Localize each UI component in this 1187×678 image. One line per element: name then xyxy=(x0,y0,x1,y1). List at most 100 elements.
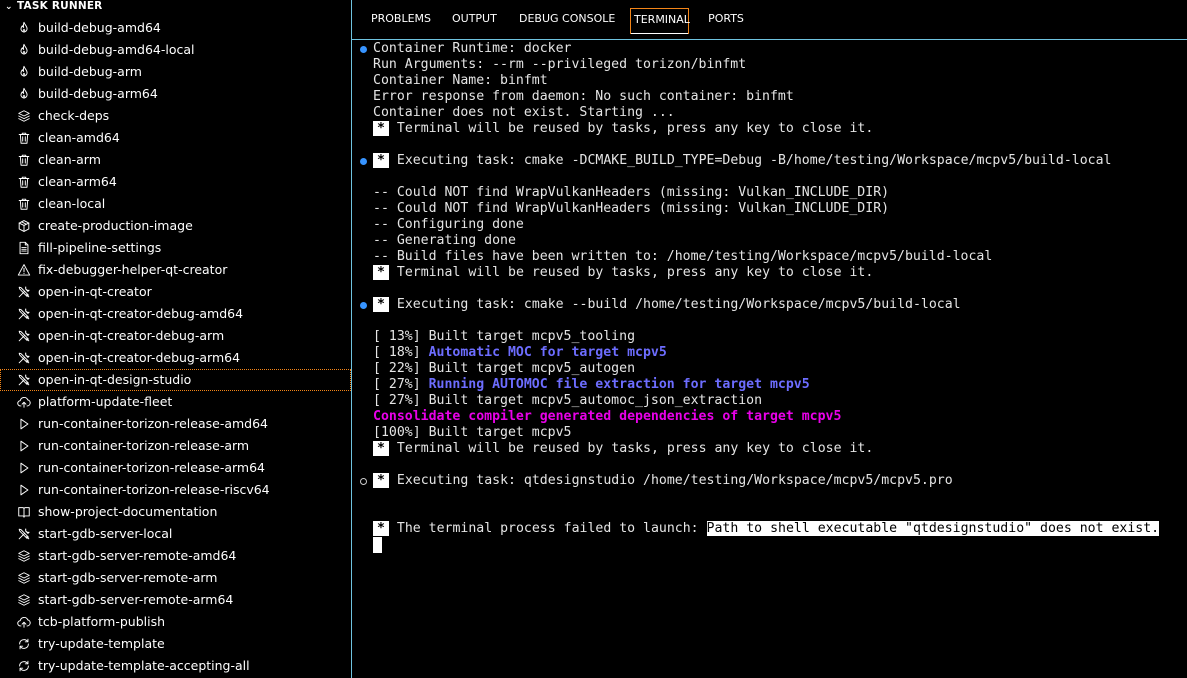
task-item-fix-debugger-helper-qt-creator[interactable]: fix-debugger-helper-qt-creator xyxy=(0,259,351,281)
task-item-open-in-qt-creator-debug-arm64[interactable]: open-in-qt-creator-debug-arm64 xyxy=(0,347,351,369)
task-item-open-in-qt-creator-debug-arm[interactable]: open-in-qt-creator-debug-arm xyxy=(0,325,351,347)
terminal-line: -- Build files have been written to: /ho… xyxy=(373,249,992,265)
task-item-label: fix-debugger-helper-qt-creator xyxy=(38,262,228,277)
terminal-line: * Terminal will be reused by tasks, pres… xyxy=(373,121,873,137)
terminal-output[interactable]: Container Runtime: docker Run Arguments: … xyxy=(352,41,1187,678)
task-item-try-update-template-accepting-all[interactable]: try-update-template-accepting-all xyxy=(0,655,351,677)
task-item-create-production-image[interactable]: create-production-image xyxy=(0,215,351,237)
terminal-text: Executing task: cmake -DCMAKE_BUILD_TYPE… xyxy=(388,153,1112,168)
terminal-line: [ 13%] Built target mcpv5_tooling xyxy=(373,329,635,345)
terminal-line: Container Runtime: docker xyxy=(373,41,572,57)
terminal-line: [ 18%] Automatic MOC for target mcpv5 xyxy=(373,345,667,361)
task-item-label: start-gdb-server-remote-arm xyxy=(38,570,218,585)
terminal-line: * Terminal will be reused by tasks, pres… xyxy=(373,265,873,281)
command-pending-decoration-icon[interactable] xyxy=(360,477,367,485)
tab-ports[interactable]: PORTS xyxy=(705,8,747,34)
task-item-run-container-torizon-release-arm[interactable]: run-container-torizon-release-arm xyxy=(0,435,351,457)
active-tab-indicator xyxy=(631,33,688,34)
task-item-label: open-in-qt-creator-debug-arm64 xyxy=(38,350,241,365)
terminal-text: Terminal will be reused by tasks, press … xyxy=(388,441,874,456)
tab-debug-console[interactable]: DEBUG CONSOLE xyxy=(516,8,618,34)
task-item-label: platform-update-fleet xyxy=(38,394,173,409)
terminal-text: Terminal will be reused by tasks, press … xyxy=(388,121,874,136)
task-item-start-gdb-server-local[interactable]: start-gdb-server-local xyxy=(0,523,351,545)
command-success-decoration-icon[interactable] xyxy=(360,45,367,53)
terminal-line: -- Generating done xyxy=(373,233,516,249)
task-runner-title: TASK RUNNER xyxy=(17,0,103,12)
task-runner-sidebar: ⌄ TASK RUNNER build-debug-amd64 build-debu… xyxy=(0,0,352,678)
tab-output[interactable]: OUTPUT xyxy=(449,8,499,34)
task-item-show-project-documentation[interactable]: show-project-documentation xyxy=(0,501,351,523)
task-item-clean-amd64[interactable]: clean-amd64 xyxy=(0,127,351,149)
task-item-start-gdb-server-remote-arm[interactable]: start-gdb-server-remote-arm xyxy=(0,567,351,589)
sync-icon xyxy=(17,637,31,651)
task-item-label: open-in-qt-creator-debug-amd64 xyxy=(38,306,244,321)
task-item-run-container-torizon-release-arm64[interactable]: run-container-torizon-release-arm64 xyxy=(0,457,351,479)
tools-icon xyxy=(17,307,31,321)
command-success-decoration-icon[interactable] xyxy=(360,157,367,165)
task-item-platform-update-fleet[interactable]: platform-update-fleet xyxy=(0,391,351,413)
layers-icon xyxy=(17,571,31,585)
terminal-line: [ 27%] Built target mcpv5_automoc_json_e… xyxy=(373,393,762,409)
task-item-tcb-platform-publish[interactable]: tcb-platform-publish xyxy=(0,611,351,633)
task-item-clean-arm64[interactable]: clean-arm64 xyxy=(0,171,351,193)
task-item-label: build-debug-amd64-local xyxy=(38,42,195,57)
task-item-label: run-container-torizon-release-riscv64 xyxy=(38,482,270,497)
trash-icon xyxy=(17,197,31,211)
task-item-clean-local[interactable]: clean-local xyxy=(0,193,351,215)
flame-icon xyxy=(17,87,31,101)
terminal-line: Run Arguments: --rm --privileged torizon… xyxy=(373,57,746,73)
task-item-fill-pipeline-settings[interactable]: fill-pipeline-settings xyxy=(0,237,351,259)
task-item-build-debug-amd64-local[interactable]: build-debug-amd64-local xyxy=(0,39,351,61)
terminal-text: [ 18%] xyxy=(373,345,429,360)
terminal-marker: * xyxy=(373,121,389,136)
task-list: build-debug-amd64 build-debug-amd64-local… xyxy=(0,17,351,677)
terminal-text: [ 27%] xyxy=(373,377,429,392)
terminal-line: * Executing task: cmake --build /home/te… xyxy=(373,297,961,313)
terminal-text: [100%] Built target mcpv5 xyxy=(373,425,572,440)
task-item-label: start-gdb-server-remote-amd64 xyxy=(38,548,237,563)
book-icon xyxy=(17,505,31,519)
task-item-open-in-qt-design-studio[interactable]: open-in-qt-design-studio xyxy=(0,369,351,391)
terminal-line: Container Name: binfmt xyxy=(373,73,548,89)
terminal-line: -- Could NOT find WrapVulkanHeaders (mis… xyxy=(373,201,889,217)
terminal-line: * Terminal will be reused by tasks, pres… xyxy=(373,441,873,457)
task-item-build-debug-amd64[interactable]: build-debug-amd64 xyxy=(0,17,351,39)
task-item-check-deps[interactable]: check-deps xyxy=(0,105,351,127)
task-item-start-gdb-server-remote-arm64[interactable]: start-gdb-server-remote-arm64 xyxy=(0,589,351,611)
tab-label: TERMINAL xyxy=(634,13,690,26)
terminal-text: Container does not exist. Starting ... xyxy=(373,105,675,120)
task-item-build-debug-arm64[interactable]: build-debug-arm64 xyxy=(0,83,351,105)
terminal-text: Error response from daemon: No such cont… xyxy=(373,89,794,104)
task-item-build-debug-arm[interactable]: build-debug-arm xyxy=(0,61,351,83)
task-item-clean-arm[interactable]: clean-arm xyxy=(0,149,351,171)
task-item-label: open-in-qt-creator xyxy=(38,284,152,299)
panel-tab-bar: PROBLEMS OUTPUT DEBUG CONSOLE TERMINAL PORTS xyxy=(352,0,1187,40)
command-success-decoration-icon[interactable] xyxy=(360,301,367,309)
tab-problems[interactable]: PROBLEMS xyxy=(368,8,434,34)
task-item-label: show-project-documentation xyxy=(38,504,218,519)
task-item-label: fill-pipeline-settings xyxy=(38,240,162,255)
task-item-label: open-in-qt-design-studio xyxy=(38,372,192,387)
terminal-line: -- Could NOT find WrapVulkanHeaders (mis… xyxy=(373,185,889,201)
terminal-text: The terminal process failed to launch: xyxy=(388,521,707,536)
play-icon xyxy=(17,483,31,497)
terminal-line: Consolidate compiler generated dependenc… xyxy=(373,409,841,425)
tools-icon xyxy=(17,329,31,343)
flame-icon xyxy=(17,65,31,79)
task-item-run-container-torizon-release-riscv64[interactable]: run-container-torizon-release-riscv64 xyxy=(0,479,351,501)
terminal-marker: * xyxy=(373,297,389,312)
task-item-start-gdb-server-remote-amd64[interactable]: start-gdb-server-remote-amd64 xyxy=(0,545,351,567)
tab-terminal[interactable]: TERMINAL xyxy=(630,8,690,34)
cloud-upload-icon xyxy=(17,395,31,409)
task-runner-header[interactable]: ⌄ TASK RUNNER xyxy=(0,0,351,13)
task-item-try-update-template[interactable]: try-update-template xyxy=(0,633,351,655)
task-item-open-in-qt-creator-debug-amd64[interactable]: open-in-qt-creator-debug-amd64 xyxy=(0,303,351,325)
terminal-line: [100%] Built target mcpv5 xyxy=(373,425,572,441)
task-item-run-container-torizon-release-amd64[interactable]: run-container-torizon-release-amd64 xyxy=(0,413,351,435)
terminal-text: Container Name: binfmt xyxy=(373,73,548,88)
terminal-line: [ 27%] Running AUTOMOC file extraction f… xyxy=(373,377,810,393)
layers-icon xyxy=(17,109,31,123)
tools-icon xyxy=(17,373,31,387)
task-item-open-in-qt-creator[interactable]: open-in-qt-creator xyxy=(0,281,351,303)
